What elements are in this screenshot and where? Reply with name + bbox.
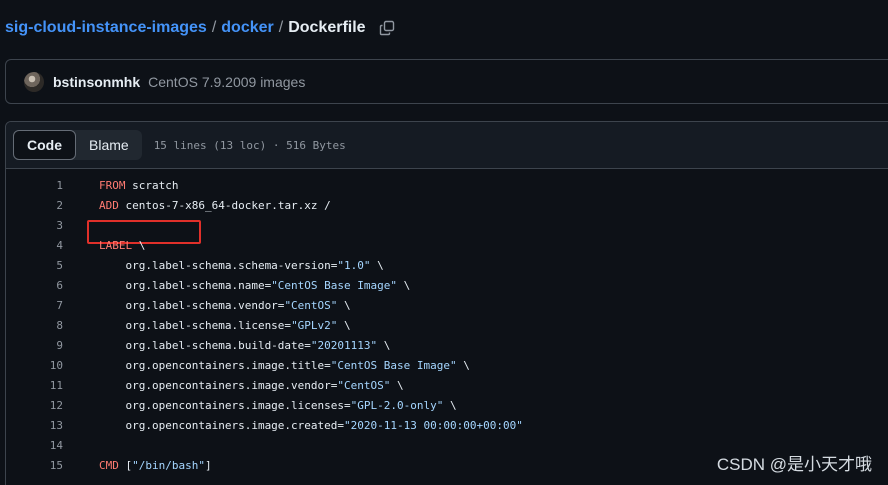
line-content: LABEL \ <box>99 236 145 256</box>
line-content: ADD centos-7-x86_64-docker.tar.xz / <box>99 196 331 216</box>
code-keyword: FROM <box>99 179 126 192</box>
code-keyword: CMD <box>99 459 119 472</box>
code-string: "CentOS" <box>337 379 391 392</box>
code-text: \ <box>377 339 391 352</box>
view-mode-toggle: Code Blame <box>13 130 142 160</box>
code-text: \ <box>132 239 146 252</box>
line-content: org.label-schema.license="GPLv2" \ <box>99 316 351 336</box>
code-text: org.opencontainers.image.created= <box>99 419 345 432</box>
code-text: org.label-schema.schema-version= <box>99 259 338 272</box>
line-number[interactable]: 4 <box>6 236 63 256</box>
line-number[interactable]: 11 <box>6 376 63 396</box>
code-keyword: LABEL <box>99 239 133 252</box>
file-header: Code Blame 15 lines (13 loc) · 516 Bytes <box>6 122 888 169</box>
code-text: scratch <box>125 179 179 192</box>
code-string: "GPLv2" <box>291 319 338 332</box>
code-view[interactable]: 1 FROM scratch 2 ADD centos-7-x86_64-docker… <box>6 169 888 476</box>
code-string: "CentOS" <box>284 299 338 312</box>
code-text: \ <box>337 319 351 332</box>
line-content: FROM scratch <box>99 176 178 196</box>
line-number[interactable]: 10 <box>6 356 63 376</box>
code-text: \ <box>443 399 457 412</box>
code-line: 2 ADD centos-7-x86_64-docker.tar.xz / <box>6 196 888 216</box>
line-number[interactable]: 13 <box>6 416 63 436</box>
breadcrumb-separator: / <box>211 19 217 36</box>
avatar[interactable] <box>24 71 44 92</box>
copy-icon <box>379 20 394 36</box>
code-text: centos-7-x86_64-docker.tar.xz / <box>118 199 331 212</box>
code-line: 11 org.opencontainers.image.vendor="Cent… <box>6 376 888 396</box>
code-line: 13 org.opencontainers.image.created="202… <box>6 416 888 436</box>
line-content: org.opencontainers.image.created="2020-1… <box>99 416 523 436</box>
code-text: ] <box>204 459 212 472</box>
code-text: org.label-schema.build-date= <box>99 339 311 352</box>
file-viewer: Code Blame 15 lines (13 loc) · 516 Bytes… <box>5 121 888 485</box>
line-content: org.label-schema.build-date="20201113" \ <box>99 336 390 356</box>
code-text: \ <box>337 299 351 312</box>
code-line: 1 FROM scratch <box>6 176 888 196</box>
line-content: org.opencontainers.image.licenses="GPL-2… <box>99 396 457 416</box>
line-content: org.label-schema.vendor="CentOS" \ <box>99 296 351 316</box>
code-text: \ <box>456 359 470 372</box>
code-line: 10 org.opencontainers.image.title="CentO… <box>6 356 888 376</box>
line-number[interactable]: 6 <box>6 276 63 296</box>
line-number[interactable]: 5 <box>6 256 63 276</box>
line-number[interactable]: 7 <box>6 296 63 316</box>
breadcrumb-repo-link[interactable]: sig-cloud-instance-images <box>5 19 207 37</box>
code-text: org.opencontainers.image.title= <box>99 359 331 372</box>
code-string: "CentOS Base Image" <box>271 279 398 292</box>
copy-path-button[interactable] <box>378 19 396 37</box>
code-text: org.label-schema.name= <box>99 279 272 292</box>
line-number[interactable]: 14 <box>6 436 63 456</box>
code-text: org.label-schema.license= <box>99 319 292 332</box>
line-number[interactable]: 3 <box>6 216 63 236</box>
line-content: org.opencontainers.image.vendor="CentOS"… <box>99 376 404 396</box>
line-content: CMD ["/bin/bash"] <box>99 456 212 476</box>
code-text: \ <box>397 279 411 292</box>
line-number[interactable]: 9 <box>6 336 63 356</box>
breadcrumb-folder-link[interactable]: docker <box>221 19 273 37</box>
breadcrumb-separator: / <box>278 19 284 36</box>
code-string: "GPL-2.0-only" <box>350 399 444 412</box>
code-string: "/bin/bash" <box>132 459 205 472</box>
code-string: "20201113" <box>310 339 378 352</box>
breadcrumb-current-file: Dockerfile <box>288 19 366 36</box>
commit-author-link[interactable]: bstinsonmhk <box>53 74 140 90</box>
commit-message-link[interactable]: CentOS 7.9.2009 images <box>148 74 305 90</box>
code-line: 4 LABEL \ <box>6 236 888 256</box>
code-string: "CentOS Base Image" <box>330 359 457 372</box>
code-keyword: ADD <box>99 199 119 212</box>
page: sig-cloud-instance-images / docker / Doc… <box>0 0 888 485</box>
tab-code[interactable]: Code <box>13 130 76 160</box>
code-text: \ <box>370 259 384 272</box>
code-line: 8 org.label-schema.license="GPLv2" \ <box>6 316 888 336</box>
code-line: 6 org.label-schema.name="CentOS Base Ima… <box>6 276 888 296</box>
watermark: CSDN @是小天才哦 <box>716 455 872 474</box>
code-line: 5 org.label-schema.schema-version="1.0" … <box>6 256 888 276</box>
line-number[interactable]: 15 <box>6 456 63 476</box>
code-line: 12 org.opencontainers.image.licenses="GP… <box>6 396 888 416</box>
breadcrumb: sig-cloud-instance-images / docker / Doc… <box>5 17 396 39</box>
code-text: org.opencontainers.image.vendor= <box>99 379 338 392</box>
line-content: org.opencontainers.image.title="CentOS B… <box>99 356 470 376</box>
code-text: org.label-schema.vendor= <box>99 299 285 312</box>
code-line: 9 org.label-schema.build-date="20201113"… <box>6 336 888 356</box>
file-meta-info: 15 lines (13 loc) · 516 Bytes <box>153 138 346 152</box>
code-line: 3 <box>6 216 888 236</box>
code-text: [ <box>118 459 133 472</box>
line-content: org.label-schema.name="CentOS Base Image… <box>99 276 410 296</box>
line-number[interactable]: 8 <box>6 316 63 336</box>
latest-commit-bar: bstinsonmhk CentOS 7.9.2009 images <box>5 59 888 104</box>
line-content: org.label-schema.schema-version="1.0" \ <box>99 256 384 276</box>
code-line: 7 org.label-schema.vendor="CentOS" \ <box>6 296 888 316</box>
code-string: "1.0" <box>337 259 371 272</box>
tab-blame[interactable]: Blame <box>76 130 142 160</box>
line-number[interactable]: 1 <box>6 176 63 196</box>
code-text: org.opencontainers.image.licenses= <box>99 399 351 412</box>
line-number[interactable]: 2 <box>6 196 63 216</box>
code-text: \ <box>390 379 404 392</box>
line-number[interactable]: 12 <box>6 396 63 416</box>
code-string: "2020-11-13 00:00:00+00:00" <box>344 419 523 432</box>
